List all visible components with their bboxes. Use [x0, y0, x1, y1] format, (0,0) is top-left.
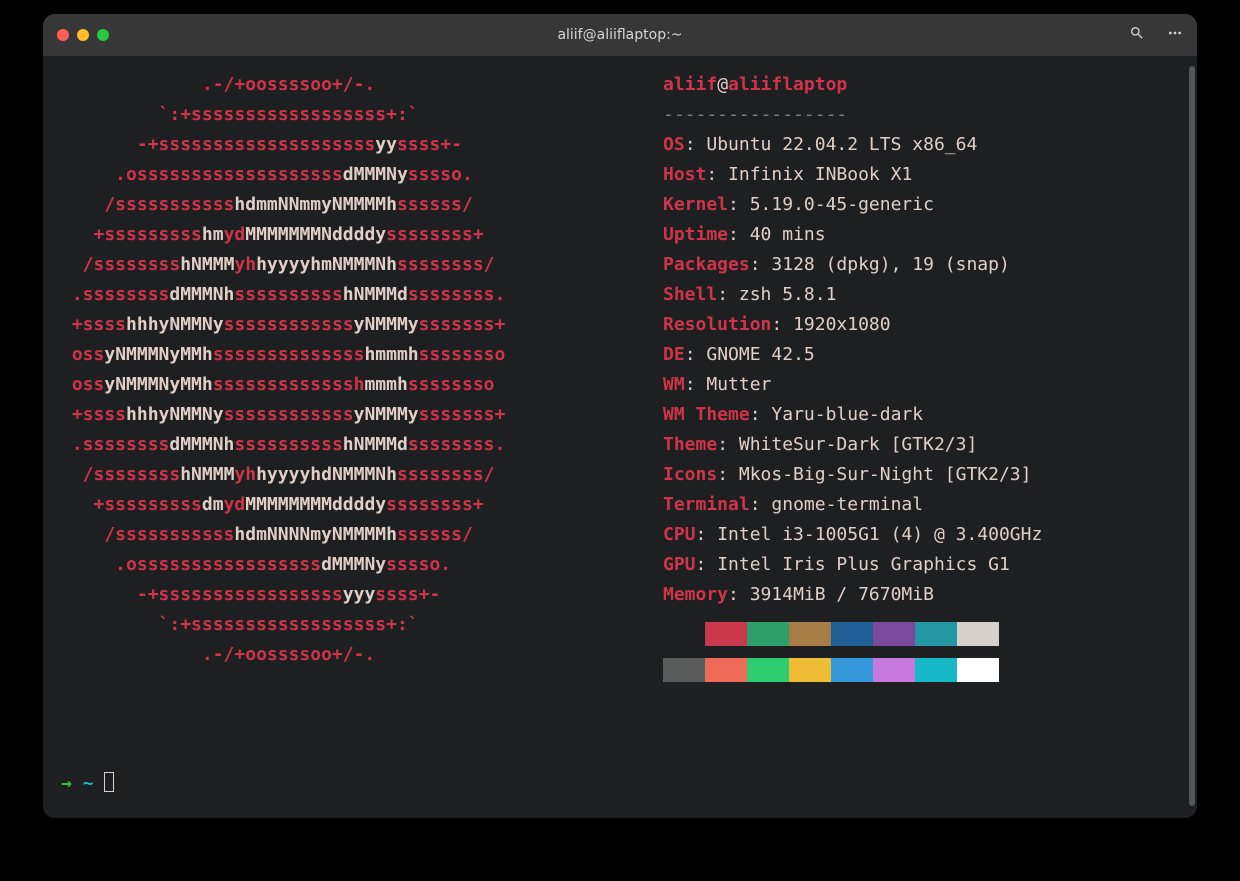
palette-swatch [915, 622, 957, 646]
prompt-arrow: → [61, 773, 72, 794]
info-value: 3128 (dpkg), 19 (snap) [771, 254, 1009, 275]
palette-swatch [789, 622, 831, 646]
info-row: Memory: 3914MiB / 7670MiB [663, 580, 1042, 610]
info-value: zsh 5.8.1 [739, 284, 837, 305]
info-row: CPU: Intel i3-1005G1 (4) @ 3.400GHz [663, 520, 1042, 550]
palette-swatch [957, 658, 999, 682]
palette-swatch [705, 622, 747, 646]
info-label: Kernel [663, 194, 728, 215]
palette-swatch [747, 658, 789, 682]
terminal-window: aliif@aliiflaptop:~ .-/+oossssoo+/-. `:+… [43, 14, 1197, 818]
menu-icon[interactable] [1167, 25, 1183, 46]
info-row: WM: Mutter [663, 370, 1042, 400]
info-value: 1920x1080 [793, 314, 891, 335]
info-value: Yaru-blue-dark [771, 404, 923, 425]
info-row: Kernel: 5.19.0-45-generic [663, 190, 1042, 220]
separator: ----------------- [663, 100, 1042, 130]
user-host-line: aliif@aliiflaptop [663, 70, 1042, 100]
info-value: Intel Iris Plus Graphics G1 [717, 554, 1010, 575]
info-row: Shell: zsh 5.8.1 [663, 280, 1042, 310]
cursor [104, 772, 114, 792]
info-value: WhiteSur-Dark [GTK2/3] [739, 434, 977, 455]
palette-swatch [789, 658, 831, 682]
palette-swatch [873, 622, 915, 646]
palette-swatch [873, 658, 915, 682]
info-label: WM [663, 374, 685, 395]
palette-swatch [831, 658, 873, 682]
prompt[interactable]: → ~ [61, 772, 114, 794]
info-value: Ubuntu 22.04.2 LTS x86_64 [706, 134, 977, 155]
info-row: Host: Infinix INBook X1 [663, 160, 1042, 190]
info-label: DE [663, 344, 685, 365]
palette-swatch [705, 658, 747, 682]
info-row: DE: GNOME 42.5 [663, 340, 1042, 370]
info-value: 3914MiB / 7670MiB [750, 584, 934, 605]
info-row: Icons: Mkos-Big-Sur-Night [GTK2/3] [663, 460, 1042, 490]
palette-swatch [831, 622, 873, 646]
palette-swatch [663, 622, 705, 646]
info-label: Theme [663, 434, 717, 455]
info-value: GNOME 42.5 [706, 344, 814, 365]
info-label: WM Theme [663, 404, 750, 425]
info-row: Resolution: 1920x1080 [663, 310, 1042, 340]
titlebar: aliif@aliiflaptop:~ [43, 14, 1197, 56]
info-row: Uptime: 40 mins [663, 220, 1042, 250]
info-label: Packages [663, 254, 750, 275]
palette-swatch [957, 622, 999, 646]
info-row: Packages: 3128 (dpkg), 19 (snap) [663, 250, 1042, 280]
info-value: 40 mins [750, 224, 826, 245]
info-label: OS [663, 134, 685, 155]
info-value: Intel i3-1005G1 (4) @ 3.400GHz [717, 524, 1042, 545]
info-label: Icons [663, 464, 717, 485]
info-value: 5.19.0-45-generic [750, 194, 934, 215]
info-label: GPU [663, 554, 696, 575]
info-label: Resolution [663, 314, 771, 335]
palette-swatch [663, 658, 705, 682]
palette-swatch [747, 622, 789, 646]
info-label: Uptime [663, 224, 728, 245]
info-row: OS: Ubuntu 22.04.2 LTS x86_64 [663, 130, 1042, 160]
info-value: Infinix INBook X1 [728, 164, 912, 185]
info-value: Mkos-Big-Sur-Night [GTK2/3] [739, 464, 1032, 485]
info-row: Terminal: gnome-terminal [663, 490, 1042, 520]
terminal-body[interactable]: .-/+oossssoo+/-. `:+ssssssssssssssssss+:… [43, 56, 1197, 818]
info-row: GPU: Intel Iris Plus Graphics G1 [663, 550, 1042, 580]
info-label: Terminal [663, 494, 750, 515]
palette-row-1 [663, 622, 1042, 646]
search-icon[interactable] [1129, 25, 1145, 46]
info-label: Shell [663, 284, 717, 305]
scrollbar[interactable] [1189, 66, 1195, 806]
info-value: gnome-terminal [771, 494, 923, 515]
window-title: aliif@aliiflaptop:~ [43, 27, 1197, 43]
prompt-tilde: ~ [83, 773, 94, 794]
info-label: Memory [663, 584, 728, 605]
system-info-pane: aliif@aliiflaptop ----------------- OS: … [663, 70, 1042, 682]
palette-row-2 [663, 658, 1042, 682]
info-row: Theme: WhiteSur-Dark [GTK2/3] [663, 430, 1042, 460]
info-value: Mutter [706, 374, 771, 395]
info-label: CPU [663, 524, 696, 545]
info-label: Host [663, 164, 706, 185]
palette-swatch [915, 658, 957, 682]
info-row: WM Theme: Yaru-blue-dark [663, 400, 1042, 430]
